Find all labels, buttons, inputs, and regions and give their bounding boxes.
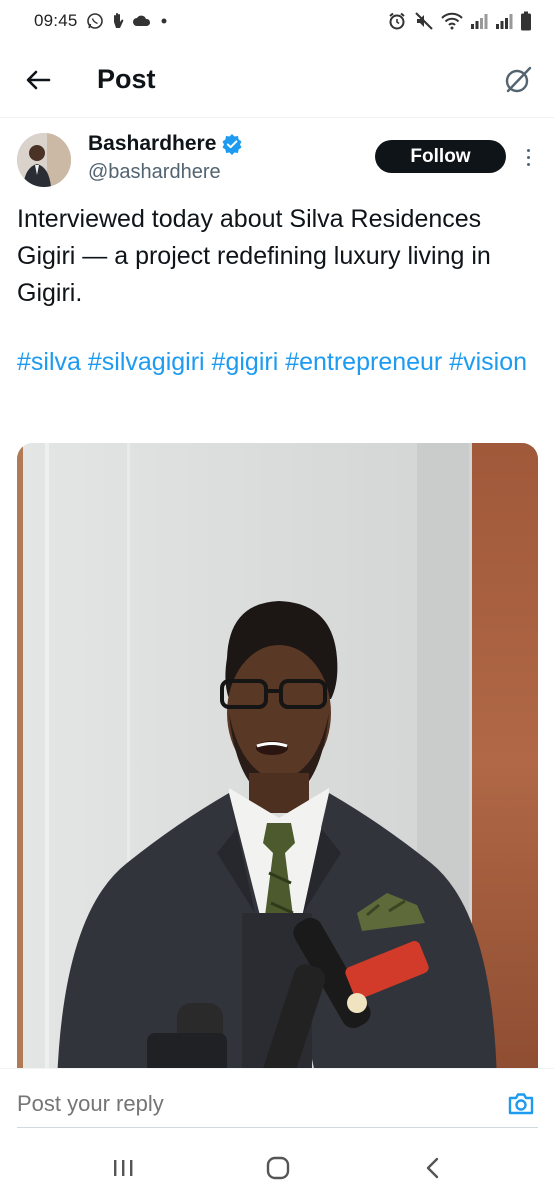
tweet-text: Interviewed today about Silva Residences… xyxy=(17,205,491,307)
arrow-left-icon xyxy=(26,70,51,90)
status-bar: 09:45 xyxy=(0,0,554,42)
author-name-row[interactable]: Bashardhere xyxy=(88,132,243,156)
alarm-icon xyxy=(387,11,407,31)
hashtag-link[interactable]: #gigiri xyxy=(212,348,279,376)
battery-icon xyxy=(520,11,532,31)
reply-input[interactable] xyxy=(17,1091,437,1117)
hand-icon xyxy=(111,12,125,30)
more-dot xyxy=(526,155,530,159)
home-button[interactable] xyxy=(260,1152,296,1184)
back-button[interactable] xyxy=(22,64,54,96)
more-dot xyxy=(526,148,530,152)
recents-button[interactable] xyxy=(105,1152,141,1184)
follow-button[interactable]: Follow xyxy=(375,140,506,173)
grok-button[interactable] xyxy=(500,62,536,98)
reply-bar xyxy=(0,1068,554,1136)
hashtag-list: #silva #silvagigiri #gigiri #entrepreneu… xyxy=(17,344,542,381)
hashtag-link[interactable]: #silva xyxy=(17,348,81,376)
author-handle[interactable]: @bashardhere xyxy=(88,161,221,184)
app-header: Post xyxy=(0,42,554,118)
recents-icon xyxy=(114,1160,133,1176)
hashtag-link[interactable]: #vision xyxy=(449,348,527,376)
hashtag-link[interactable]: #entrepreneur xyxy=(285,348,442,376)
signal-icon xyxy=(470,12,488,30)
tweet-image[interactable] xyxy=(17,443,538,1083)
mute-icon xyxy=(414,11,434,31)
status-left-icons xyxy=(86,12,169,30)
author-name[interactable]: Bashardhere xyxy=(88,132,216,156)
whatsapp-icon xyxy=(86,12,104,30)
dot-icon xyxy=(159,16,169,26)
camera-icon xyxy=(508,1093,534,1115)
more-dot xyxy=(526,162,530,166)
status-time: 09:45 xyxy=(34,11,78,30)
page-title: Post xyxy=(97,64,156,94)
signal-icon xyxy=(495,12,513,30)
verified-badge-icon xyxy=(222,134,242,155)
cloud-icon xyxy=(132,14,152,28)
grok-icon xyxy=(505,66,532,93)
system-nav-bar xyxy=(0,1136,554,1200)
back-chevron-icon xyxy=(426,1157,439,1179)
avatar[interactable] xyxy=(17,133,71,187)
nav-back-button[interactable] xyxy=(415,1152,451,1184)
hashtag-link[interactable]: #silvagigiri xyxy=(88,348,205,376)
more-options-button[interactable] xyxy=(518,142,538,172)
reply-divider xyxy=(17,1127,538,1128)
home-icon xyxy=(266,1156,290,1180)
wifi-icon xyxy=(441,12,463,30)
camera-button[interactable] xyxy=(505,1089,537,1119)
status-right-icons xyxy=(387,11,532,31)
